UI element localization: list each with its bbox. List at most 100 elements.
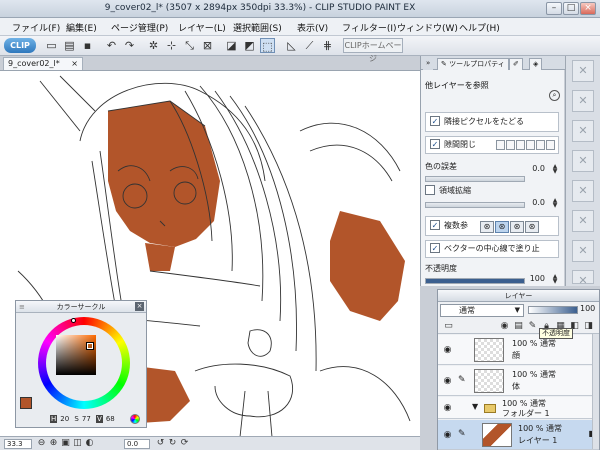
sv-marker[interactable] bbox=[86, 342, 94, 350]
maximize-button[interactable]: □ bbox=[563, 2, 579, 15]
zoom-in-icon[interactable]: ⊕ bbox=[48, 438, 59, 449]
tab-sub-tool-detail[interactable]: ✐ bbox=[509, 58, 523, 70]
opacity-slider[interactable] bbox=[425, 278, 525, 284]
search-layer-icon[interactable]: ✕ bbox=[572, 180, 594, 202]
sub-view-icon[interactable]: ✕ bbox=[572, 270, 594, 287]
vector-center-checkbox[interactable] bbox=[430, 242, 440, 253]
menu-page[interactable]: ページ管理(P) bbox=[111, 21, 168, 34]
layer-property-icon[interactable]: ✕ bbox=[572, 120, 594, 142]
minimize-button[interactable]: – bbox=[546, 2, 562, 15]
ref-all-layers-icon[interactable]: ⊛ bbox=[480, 220, 494, 233]
document-close-icon[interactable]: × bbox=[71, 58, 78, 70]
clip-homepage-button[interactable]: CLIPホームページ bbox=[343, 38, 403, 63]
special-ruler-icon[interactable]: ⟋ bbox=[302, 38, 317, 53]
adjacent-pixel-checkbox[interactable] bbox=[430, 115, 440, 126]
close-button[interactable]: × bbox=[580, 2, 596, 15]
show-selection-icon[interactable]: ⬚ bbox=[260, 38, 275, 53]
gap-close-checkbox[interactable] bbox=[430, 138, 440, 149]
history-icon[interactable]: ✕ bbox=[572, 150, 594, 172]
reference-layer-icon[interactable]: ▤ bbox=[512, 320, 525, 332]
area-scaling-spinner[interactable]: ▲ ▼ bbox=[551, 198, 559, 209]
multi-ref-checkbox[interactable] bbox=[430, 219, 440, 230]
adjacent-pixel-row[interactable]: 隣接ピクセルをたどる bbox=[430, 115, 564, 129]
saturation-value-square[interactable] bbox=[56, 335, 96, 375]
clear-icon[interactable]: ✲ bbox=[146, 38, 161, 53]
zoom-out-icon[interactable]: ⊖ bbox=[36, 438, 47, 449]
color-margin-slider[interactable] bbox=[425, 176, 525, 182]
menu-window[interactable]: ウィンドウ(W) bbox=[397, 21, 458, 34]
opacity-value[interactable]: 100 bbox=[525, 274, 545, 283]
tab-navigator[interactable]: ◈ bbox=[529, 58, 543, 70]
clip-below-icon[interactable]: ◉ bbox=[498, 320, 511, 332]
navigator-icon[interactable]: ✕ bbox=[572, 90, 594, 112]
folder-row[interactable]: ◉ ▼ 100 % 通常 フォルダー 1 bbox=[438, 397, 599, 419]
panel-close-icon[interactable]: × bbox=[135, 302, 144, 311]
save-icon[interactable]: ▪ bbox=[80, 38, 95, 53]
area-scaling-checkbox[interactable] bbox=[425, 184, 435, 195]
hide-selection-icon[interactable]: ◪ bbox=[224, 38, 239, 53]
layer-opacity-value[interactable]: 100 bbox=[580, 304, 598, 313]
hue-ring[interactable] bbox=[38, 317, 130, 409]
ref-reference-layer-icon[interactable]: ⊛ bbox=[495, 220, 509, 233]
actual-size-icon[interactable]: ◫ bbox=[72, 438, 83, 449]
color-circle-header[interactable]: ≡ カラーサークル × bbox=[16, 301, 146, 313]
menu-view[interactable]: 表示(V) bbox=[297, 21, 328, 34]
layer-row[interactable]: ◉ 100 % 通常 顔 bbox=[438, 335, 599, 365]
area-scaling-row[interactable]: 領域拡縮 bbox=[425, 184, 559, 198]
clip-button[interactable]: CLIP bbox=[4, 38, 36, 53]
color-margin-value[interactable]: 0.0 bbox=[527, 164, 545, 173]
new-raster-layer-icon[interactable]: ▭ bbox=[442, 320, 455, 332]
ruler-display-icon[interactable]: ◨ bbox=[582, 320, 595, 332]
item-bank-icon[interactable]: ✕ bbox=[572, 240, 594, 262]
scale-icon[interactable]: ⤡ bbox=[182, 38, 197, 53]
layer-row-selected[interactable]: ◉ ✎ 100 % 通常 レイヤー 1 ▮ bbox=[438, 420, 599, 450]
clip-selection-icon[interactable]: ◩ bbox=[242, 38, 257, 53]
multi-ref-row[interactable]: 複数参 ⊛⊛⊛⊛ bbox=[430, 219, 564, 233]
hue-marker[interactable] bbox=[71, 318, 76, 323]
open-folder-icon[interactable]: ▤ bbox=[62, 38, 77, 53]
fit-icon[interactable]: ▣ bbox=[60, 438, 71, 449]
redo-icon[interactable]: ↷ bbox=[122, 38, 137, 53]
color-margin-spinner[interactable]: ▲ ▼ bbox=[551, 164, 559, 175]
visibility-eye-icon[interactable]: ◉ bbox=[442, 377, 453, 386]
layer-row[interactable]: ◉ ✎ 100 % 通常 体 bbox=[438, 366, 599, 396]
auto-action-icon[interactable]: ✕ bbox=[572, 210, 594, 232]
material-palette-icon[interactable]: ✕ bbox=[572, 60, 594, 82]
opacity-spinner[interactable]: ▲ ▼ bbox=[551, 274, 559, 285]
visibility-eye-icon[interactable]: ◉ bbox=[442, 404, 453, 413]
gap-size-selector[interactable] bbox=[496, 140, 556, 155]
ref-selected-layers-icon[interactable]: ⊛ bbox=[510, 220, 524, 233]
panel-grip-icon[interactable]: ≡ bbox=[19, 301, 25, 313]
zoom-field[interactable]: 33.3 bbox=[4, 439, 32, 449]
layer-panel-header[interactable]: レイヤー bbox=[438, 290, 599, 302]
reset-rotation-icon[interactable]: ⟳ bbox=[179, 438, 190, 449]
ref-folder-icon[interactable]: ⊛ bbox=[525, 220, 539, 233]
draft-layer-icon[interactable]: ✎ bbox=[526, 320, 539, 332]
menu-filter[interactable]: フィルター(I) bbox=[342, 21, 397, 34]
gap-close-row[interactable]: 隙間閉じ bbox=[430, 138, 564, 152]
collapse-icon[interactable]: » bbox=[423, 58, 434, 70]
new-file-icon[interactable]: ▭ bbox=[44, 38, 59, 53]
rotation-field[interactable]: 0.0 bbox=[124, 439, 150, 449]
main-color-swatch[interactable] bbox=[20, 397, 32, 409]
color-mode-toggle-icon[interactable] bbox=[130, 414, 140, 424]
ruler-snap-icon[interactable]: ◺ bbox=[284, 38, 299, 53]
undo-icon[interactable]: ↶ bbox=[104, 38, 119, 53]
blend-mode-select[interactable]: 通常 ▼ bbox=[440, 304, 524, 317]
menu-help[interactable]: ヘルプ(H) bbox=[459, 21, 500, 34]
layer-opacity-slider[interactable] bbox=[528, 306, 578, 314]
menu-layer[interactable]: レイヤー(L) bbox=[178, 21, 226, 34]
tab-tool-property[interactable]: ✎ ツールプロパティ bbox=[437, 58, 509, 70]
menu-edit[interactable]: 編集(E) bbox=[66, 21, 97, 34]
rotate-left-icon[interactable]: ↺ bbox=[155, 438, 166, 449]
vector-center-row[interactable]: ベクターの中心線で塗り止 bbox=[430, 242, 564, 256]
chevron-down-icon[interactable]: ▼ bbox=[472, 402, 478, 411]
menu-file[interactable]: ファイル(F) bbox=[12, 21, 60, 34]
layer-scrollbar[interactable] bbox=[592, 334, 599, 449]
area-scaling-slider[interactable] bbox=[425, 202, 525, 208]
rotate-right-icon[interactable]: ↻ bbox=[167, 438, 178, 449]
area-scaling-value[interactable]: 0.0 bbox=[527, 198, 545, 207]
menu-selection[interactable]: 選択範囲(S) bbox=[233, 21, 282, 34]
magnify-icon[interactable]: ⌕ bbox=[549, 90, 560, 101]
fill-icon[interactable]: ⊠ bbox=[200, 38, 215, 53]
